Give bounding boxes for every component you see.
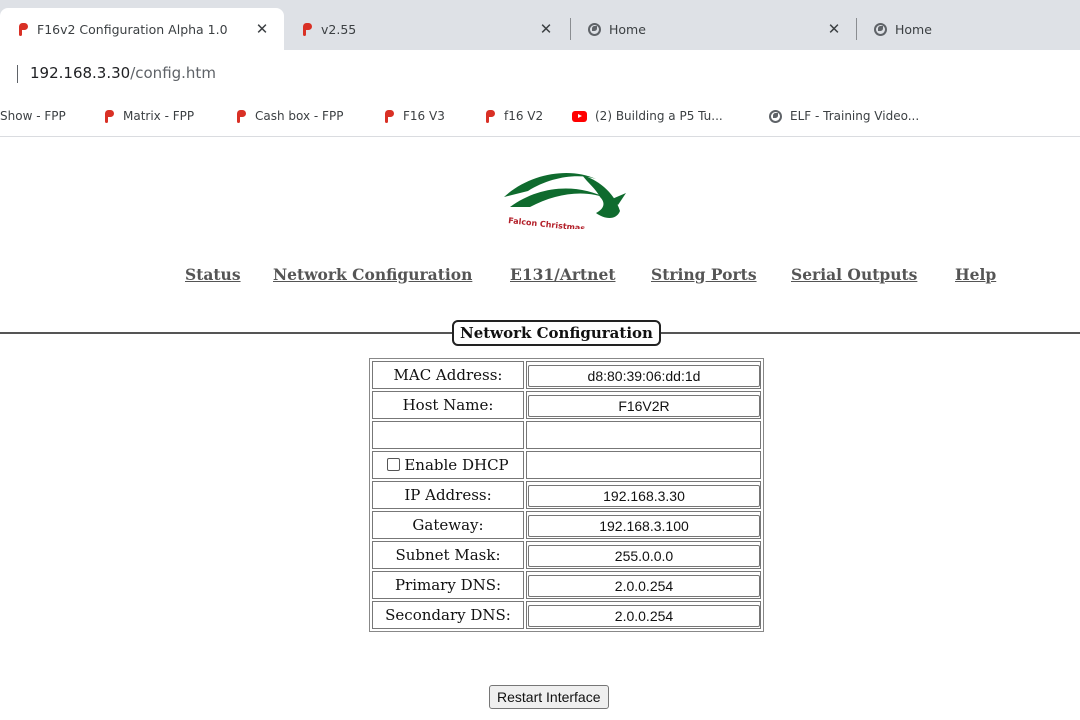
bookmark-matrix-fpp[interactable]: Matrix - FPP (104, 96, 194, 136)
falcon-icon (384, 109, 395, 123)
bookmark-f16-v2[interactable]: f16 V2 (485, 96, 543, 136)
subnet-mask-label: Subnet Mask: (372, 541, 524, 569)
close-icon[interactable]: ✕ (826, 20, 842, 38)
enable-dhcp-checkbox[interactable] (387, 458, 401, 471)
url-host: 192.168.3.30 (30, 64, 131, 82)
secondary-dns-cell (526, 601, 761, 629)
empty-cell (526, 451, 761, 479)
gateway-field[interactable] (528, 514, 760, 537)
empty-cell (372, 421, 524, 449)
section-title: Network Configuration (452, 320, 661, 346)
ip-address-cell (526, 481, 761, 509)
globe-icon (769, 109, 782, 123)
bookmark-label: f16 V2 (504, 109, 544, 123)
falcon-icon (236, 109, 247, 123)
mac-address-label: MAC Address: (372, 361, 524, 389)
address-bar: 192.168.3.30/config.htm (0, 50, 1080, 96)
bookmark-label: ELF - Training Video... (790, 109, 920, 123)
falcon-icon (302, 22, 313, 36)
url-field[interactable]: 192.168.3.30/config.htm (30, 64, 216, 82)
bookmark-label: Show - FPP (0, 109, 66, 123)
table-row: Subnet Mask: (372, 541, 761, 569)
dhcp-cell: Enable DHCP (372, 451, 524, 479)
primary-dns-cell (526, 571, 761, 599)
mac-address-cell (526, 361, 761, 389)
table-row: Gateway: (372, 511, 761, 539)
logo-text: Falcon Christmas (508, 216, 586, 229)
url-path: /config.htm (130, 64, 216, 82)
gateway-cell (526, 511, 761, 539)
subnet-mask-cell (526, 541, 761, 569)
bookmarks-bar: Show - FPP Matrix - FPP Cash box - FPP F… (0, 96, 1080, 137)
falcon-icon (485, 109, 496, 123)
nav-e131-artnet[interactable]: E131/Artnet (510, 265, 615, 284)
tab-strip: F16v2 Configuration Alpha 1.0 ✕ v2.55 ✕ … (0, 0, 1080, 50)
tab-f16v2-config[interactable]: F16v2 Configuration Alpha 1.0 ✕ (0, 8, 284, 50)
empty-cell (526, 421, 761, 449)
tab-title: Home (609, 21, 646, 37)
nav-string-ports[interactable]: String Ports (651, 265, 757, 284)
globe-icon (588, 22, 601, 36)
bookmark-label: F16 V3 (403, 109, 445, 123)
youtube-icon (572, 110, 587, 122)
bookmark-cash-box-fpp[interactable]: Cash box - FPP (236, 96, 343, 136)
ip-address-field[interactable] (528, 484, 760, 507)
nav-network-configuration[interactable]: Network Configuration (273, 265, 472, 284)
table-row (372, 421, 761, 449)
tab-home-2[interactable]: Home (856, 8, 1080, 50)
bookmark-elf-training[interactable]: ELF - Training Video... (769, 96, 919, 136)
tab-title: F16v2 Configuration Alpha 1.0 (37, 21, 228, 37)
close-icon[interactable]: ✕ (538, 20, 554, 38)
close-icon[interactable]: ✕ (254, 20, 270, 38)
restart-interface-button[interactable]: Restart Interface (489, 685, 609, 709)
falcon-logo-icon: Falcon Christmas (504, 173, 626, 233)
enable-dhcp-label: Enable DHCP (404, 456, 509, 474)
bookmark-show-fpp[interactable]: Show - FPP (0, 96, 66, 136)
bookmark-label: (2) Building a P5 Tu... (595, 109, 723, 123)
table-row: MAC Address: (372, 361, 761, 389)
ip-address-label: IP Address: (372, 481, 524, 509)
tab-home-1[interactable]: Home ✕ (570, 8, 856, 50)
address-separator (17, 65, 18, 83)
nav-serial-outputs[interactable]: Serial Outputs (791, 265, 917, 284)
tab-title: v2.55 (321, 21, 357, 37)
secondary-dns-label: Secondary DNS: (372, 601, 524, 629)
falcon-icon (18, 22, 29, 36)
nav-help[interactable]: Help (955, 265, 996, 284)
falcon-christmas-logo: Falcon Christmas (500, 159, 630, 233)
table-row: Host Name: (372, 391, 761, 419)
gateway-label: Gateway: (372, 511, 524, 539)
main-nav: Status Network Configuration E131/Artnet… (0, 265, 1080, 289)
secondary-dns-field[interactable] (528, 604, 760, 627)
bookmark-building-p5[interactable]: (2) Building a P5 Tu... (572, 96, 723, 136)
host-name-label: Host Name: (372, 391, 524, 419)
bookmark-f16-v3[interactable]: F16 V3 (384, 96, 445, 136)
table-row: Enable DHCP (372, 451, 761, 479)
page-content: Falcon Christmas Status Network Configur… (0, 137, 1080, 720)
primary-dns-label: Primary DNS: (372, 571, 524, 599)
subnet-mask-field[interactable] (528, 544, 760, 567)
nav-status[interactable]: Status (185, 265, 241, 284)
host-name-field[interactable] (528, 394, 760, 417)
table-row: Primary DNS: (372, 571, 761, 599)
bookmark-label: Matrix - FPP (123, 109, 195, 123)
tab-v2-55[interactable]: v2.55 ✕ (284, 8, 568, 50)
network-config-table: MAC Address: Host Name: Enable DHCP IP A… (369, 358, 764, 632)
bookmark-label: Cash box - FPP (255, 109, 344, 123)
host-name-cell (526, 391, 761, 419)
primary-dns-field[interactable] (528, 574, 760, 597)
globe-icon (874, 22, 887, 36)
mac-address-field[interactable] (528, 364, 760, 387)
tab-title: Home (895, 21, 932, 37)
table-row: Secondary DNS: (372, 601, 761, 629)
falcon-icon (104, 109, 115, 123)
table-row: IP Address: (372, 481, 761, 509)
